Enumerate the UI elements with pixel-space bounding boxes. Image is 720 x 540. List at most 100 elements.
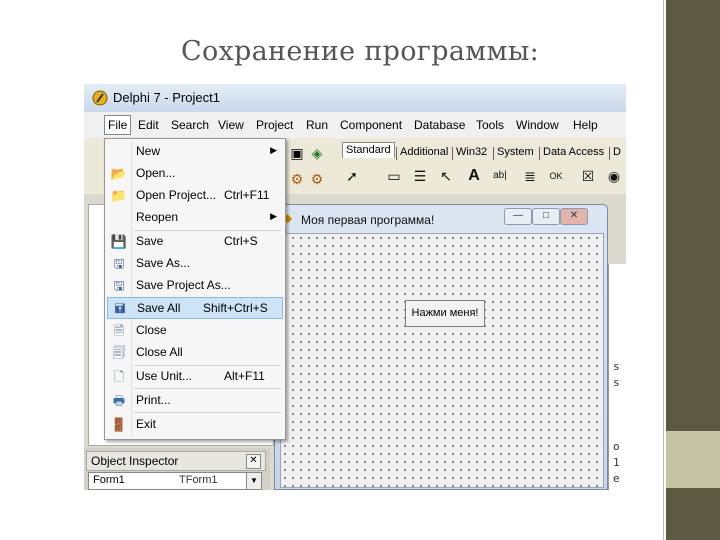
memo-icon[interactable]: ≣ [520,166,540,186]
submenu-arrow-icon: ▶ [270,145,277,155]
tab-separator [539,147,540,160]
menu-item-label: Print... [136,393,171,407]
menu-item-open-project[interactable]: 📁 Open Project... Ctrl+F11 [107,185,283,207]
menu-item-reopen[interactable]: Reopen ▶ [107,207,283,229]
menu-database[interactable]: Database [414,118,465,132]
menu-component[interactable]: Component [340,118,402,132]
menu-item-label: Open... [136,166,176,180]
menu-item-shortcut: Alt+F11 [224,369,265,383]
selected-object-type: TForm1 [179,474,218,486]
form-title: Моя первая программа! [301,213,435,227]
object-selector[interactable]: Form1 TForm1 ▼ [88,472,262,490]
menu-item-new[interactable]: New ▶ [107,141,283,163]
label-icon[interactable]: A [464,166,484,186]
code-fragment: o [613,440,620,453]
edit-icon[interactable]: ab| [490,166,510,186]
tab-separator [609,147,610,160]
menu-project[interactable]: Project [256,118,293,132]
menu-window[interactable]: Window [516,118,559,132]
tab-standard[interactable]: Standard [342,142,395,158]
menu-item-label: Close All [136,345,183,359]
chevron-down-icon[interactable]: ▼ [246,473,261,489]
tab-additional[interactable]: Additional [400,146,448,158]
object-inspector-title: Object Inspector [91,454,179,468]
minimize-button[interactable]: — [504,208,532,225]
menu-item-save-project-as[interactable]: 🖫 Save Project As... [107,275,283,297]
open-folder-icon: 📂 [110,166,128,181]
menu-item-save-all[interactable]: 🖬 Save All Shift+Ctrl+S [107,297,283,319]
toolbar-button-icon[interactable]: ▣ [288,144,306,162]
toolbar-step-icon[interactable]: ⚙ [308,170,326,188]
exit-icon: 🚪 [110,417,128,432]
tab-separator [493,147,494,160]
submenu-arrow-icon: ▶ [270,211,277,221]
object-inspector-titlebar: Object Inspector ✕ [86,451,266,471]
close-icon[interactable]: ✕ [246,454,261,469]
delphi-logo-icon [92,90,108,106]
tab-system[interactable]: System [497,146,534,158]
popup-menu-icon[interactable]: ↖ [436,166,456,186]
menu-item-exit[interactable]: 🚪 Exit [107,414,283,436]
form-designer-window: ◆ Моя первая программа! — □ ✕ Нажми меня… [274,204,608,490]
button-icon[interactable]: OK [546,166,566,186]
tab-data-access[interactable]: Data Access [543,146,604,158]
open-project-icon: 📁 [110,188,128,203]
object-inspector: Object Inspector ✕ Form1 TForm1 ▼ [84,448,270,490]
menu-item-label: Save Project As... [136,278,231,292]
menu-item-print[interactable]: 🖶 Print... [107,390,283,412]
tab-more[interactable]: D [613,146,621,158]
close-file-icon: 🗎 [113,323,125,338]
form-button[interactable]: Нажми меня! [405,300,485,327]
menu-item-close[interactable]: 🗎 Close [107,320,283,342]
ide-titlebar: Delphi 7 - Project1 [84,84,626,112]
close-button[interactable]: ✕ [560,208,588,225]
slide-side-accent [666,431,720,488]
save-as-icon: 🖫 [113,256,125,271]
menu-item-close-all[interactable]: 🗐 Close All [107,342,283,364]
menu-item-label: Use Unit... [136,369,193,383]
main-menu-icon[interactable]: ☰ [410,166,430,186]
toolbar-trace-icon[interactable]: ⚙ [288,170,306,188]
menu-item-shortcut: Ctrl+S [224,234,258,248]
maximize-button[interactable]: □ [532,208,560,225]
radiobutton-icon[interactable]: ◉ [604,166,624,186]
component-palette-tabs: Standard Additional Win32 System Data Ac… [340,142,626,160]
menu-separator [134,388,281,389]
menu-item-shortcut: Shift+Ctrl+S [203,301,268,315]
menu-help[interactable]: Help [573,118,598,132]
menu-run[interactable]: Run [306,118,328,132]
code-fragment: e [613,472,620,485]
print-icon: 🖶 [112,393,126,408]
selected-object-name: Form1 [93,474,125,486]
menu-item-label: Exit [136,417,157,431]
code-fragment: s [613,360,620,373]
frame-icon[interactable]: ▭ [384,166,404,186]
menu-file[interactable]: File [104,115,132,135]
menu-item-label: Close [136,323,167,337]
tab-win32[interactable]: Win32 [456,146,487,158]
menu-item-label: Reopen [136,210,179,224]
menu-item-save-as[interactable]: 🖫 Save As... [107,253,283,275]
menu-edit[interactable]: Edit [138,118,159,132]
save-project-icon: 🖫 [113,278,125,293]
menu-item-use-unit[interactable]: 🗋 Use Unit... Alt+F11 [107,366,283,388]
menu-item-label: Save [136,234,164,248]
menu-item-label: Save As... [136,256,191,270]
close-all-icon: 🗐 [112,345,126,360]
pointer-icon[interactable]: ➚ [342,166,362,186]
menu-view[interactable]: View [218,118,244,132]
save-icon: 💾 [110,234,128,249]
menu-item-label: Open Project... [136,188,217,202]
save-all-icon: 🖬 [114,301,126,316]
checkbox-icon[interactable]: ☒ [578,166,598,186]
menu-item-save[interactable]: 💾 Save Ctrl+S [107,231,283,253]
menu-search[interactable]: Search [171,118,209,132]
menu-item-open[interactable]: 📂 Open... [107,163,283,185]
ide-title: Delphi 7 - Project1 [113,90,220,105]
code-fragment: 1 [613,456,620,469]
toolbar-run-icon[interactable]: ◈ [308,144,326,162]
delphi-screenshot: Delphi 7 - Project1 File Edit Search Vie… [84,84,626,490]
code-editor-strip: s s o 1 e [608,264,626,490]
form-design-surface[interactable]: Нажми меня! [280,233,604,488]
menu-tools[interactable]: Tools [476,118,504,132]
